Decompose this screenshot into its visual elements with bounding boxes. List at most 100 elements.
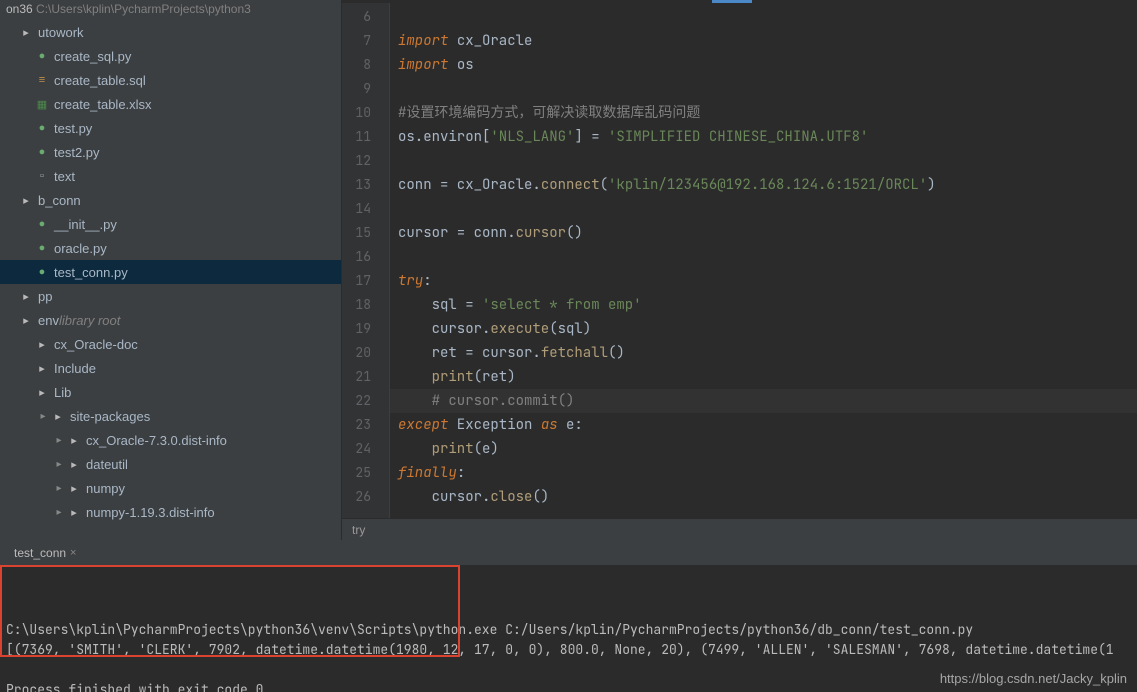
tree-item-label: oracle.py [54,241,107,256]
code-line[interactable] [390,5,1137,29]
tree-item-pp[interactable]: ▸ pp [0,284,341,308]
code-line[interactable]: # cursor.commit() [390,389,1137,413]
code-line[interactable]: import cx_Oracle [390,29,1137,53]
tree-item-test-conn-py[interactable]: ●test_conn.py [0,260,341,284]
line-number: 24 [342,437,389,461]
tree-item-lib[interactable]: ▸ Lib [0,380,341,404]
tree-item-env[interactable]: ▸ env library root [0,308,341,332]
code-line[interactable]: conn = cx_Oracle.connect('kplin/123456@1… [390,173,1137,197]
code-line[interactable]: #设置环境编码方式，可解决读取数据库乱码问题 [390,101,1137,125]
console-tab-label: test_conn [14,546,66,560]
expand-arrow-icon[interactable]: ▸ [52,459,66,470]
line-number: 22 [342,389,389,413]
line-number: 25 [342,461,389,485]
tree-item-create-table-xlsx[interactable]: ▦ create_table.xlsx [0,92,341,116]
tree-item-oracle-py[interactable]: ●oracle.py [0,236,341,260]
line-number: 10 [342,101,389,125]
tree-item-suffix: library root [59,313,120,328]
console-line: [(7369, 'SMITH', 'CLERK', 7902, datetime… [6,640,1131,660]
py-icon: ● [34,48,50,64]
tree-item-label: dateutil [86,457,128,472]
code-line[interactable]: os.environ['NLS_LANG'] = 'SIMPLIFIED CHI… [390,125,1137,149]
breadcrumb-text: try [352,523,365,537]
folder-icon: ▸ [18,288,34,304]
tree-item-label: numpy-1.19.3.dist-info [86,505,215,520]
code-line[interactable] [390,245,1137,269]
code-line[interactable]: cursor.close() [390,485,1137,509]
run-console: test_conn × C:\Users\kplin\PycharmProjec… [0,540,1137,692]
tree-item-test-py[interactable]: ●test.py [0,116,341,140]
code-area[interactable]: import cx_Oracleimport os #设置环境编码方式，可解决读取… [390,3,1137,518]
tree-item-cx-oracle-7-3-0-dist-info[interactable]: ▸▸cx_Oracle-7.3.0.dist-info [0,428,341,452]
folder-icon: ▸ [18,312,34,328]
code-line[interactable]: ret = cursor.fetchall() [390,341,1137,365]
tree-item-test2-py[interactable]: ●test2.py [0,140,341,164]
line-number: 15 [342,221,389,245]
code-line[interactable] [390,197,1137,221]
expand-arrow-icon[interactable]: ▸ [52,483,66,494]
tree-item-label: cx_Oracle-7.3.0.dist-info [86,433,227,448]
tree-item-include[interactable]: ▸Include [0,356,341,380]
code-line[interactable]: cursor.execute(sql) [390,317,1137,341]
tree-item-label: create_table.xlsx [54,97,152,112]
folder-icon: ▸ [34,384,50,400]
project-tree[interactable]: ▸utowork●create_sql.py≡create_table.sql▦… [0,18,341,540]
code-line[interactable]: try: [390,269,1137,293]
breadcrumb[interactable]: try [342,518,1137,540]
py-icon: ● [34,216,50,232]
tree-item-site-packages[interactable]: ▸▸site-packages [0,404,341,428]
line-gutter: 67891011121314151617181920212223242526 [342,3,390,518]
tree-item--init-py[interactable]: ●__init__.py [0,212,341,236]
expand-arrow-icon[interactable]: ▸ [52,435,66,446]
tree-item-dateutil[interactable]: ▸▸ dateutil [0,452,341,476]
tree-item-label: create_sql.py [54,49,131,64]
line-number: 14 [342,197,389,221]
line-number: 6 [342,5,389,29]
code-line[interactable]: cursor = conn.cursor() [390,221,1137,245]
tree-item-label: numpy [86,481,125,496]
tree-item-numpy[interactable]: ▸▸numpy [0,476,341,500]
code-line[interactable] [390,149,1137,173]
tree-item-label: Include [54,361,96,376]
tree-item-label: Lib [54,385,71,400]
watermark: https://blog.csdn.net/Jacky_kplin [940,671,1127,686]
tree-item-utowork[interactable]: ▸utowork [0,20,341,44]
expand-arrow-icon[interactable]: ▸ [52,507,66,518]
code-line[interactable]: finally: [390,461,1137,485]
console-tab[interactable]: test_conn × [6,544,84,562]
line-number: 13 [342,173,389,197]
code-line[interactable]: import os [390,53,1137,77]
line-number: 12 [342,149,389,173]
line-number: 8 [342,53,389,77]
tree-item-text[interactable]: ▫text [0,164,341,188]
tree-item-label: text [54,169,75,184]
code-line[interactable]: sql = 'select * from emp' [390,293,1137,317]
tree-item-create-table-sql[interactable]: ≡create_table.sql [0,68,341,92]
xlsx-icon: ▦ [34,96,50,112]
close-icon[interactable]: × [70,547,76,559]
tree-item-label: env [38,313,59,328]
py-icon: ● [34,144,50,160]
line-number: 21 [342,365,389,389]
folder-icon: ▸ [18,24,34,40]
code-line[interactable]: print(e) [390,437,1137,461]
console-tabs: test_conn × [0,541,1137,565]
project-path: C:\Users\kplin\PycharmProjects\python3 [36,2,251,16]
tree-item-b-conn[interactable]: ▸b_conn [0,188,341,212]
tree-item-numpy-1-19-3-dist-info[interactable]: ▸▸numpy-1.19.3.dist-info [0,500,341,524]
py-icon: ● [34,120,50,136]
tree-item-label: pp [38,289,52,304]
expand-arrow-icon[interactable]: ▸ [36,411,50,422]
tree-item-label: b_conn [38,193,81,208]
tree-item-create-sql-py[interactable]: ● create_sql.py [0,44,341,68]
tree-item-label: cx_Oracle-doc [54,337,138,352]
folder-icon: ▸ [66,456,82,472]
line-number: 19 [342,317,389,341]
code-line[interactable] [390,77,1137,101]
project-name: on36 [6,2,33,16]
line-number: 17 [342,269,389,293]
code-line[interactable]: except Exception as e: [390,413,1137,437]
tree-item-label: site-packages [70,409,150,424]
code-line[interactable]: print(ret) [390,365,1137,389]
tree-item-cx-oracle-doc[interactable]: ▸cx_Oracle-doc [0,332,341,356]
